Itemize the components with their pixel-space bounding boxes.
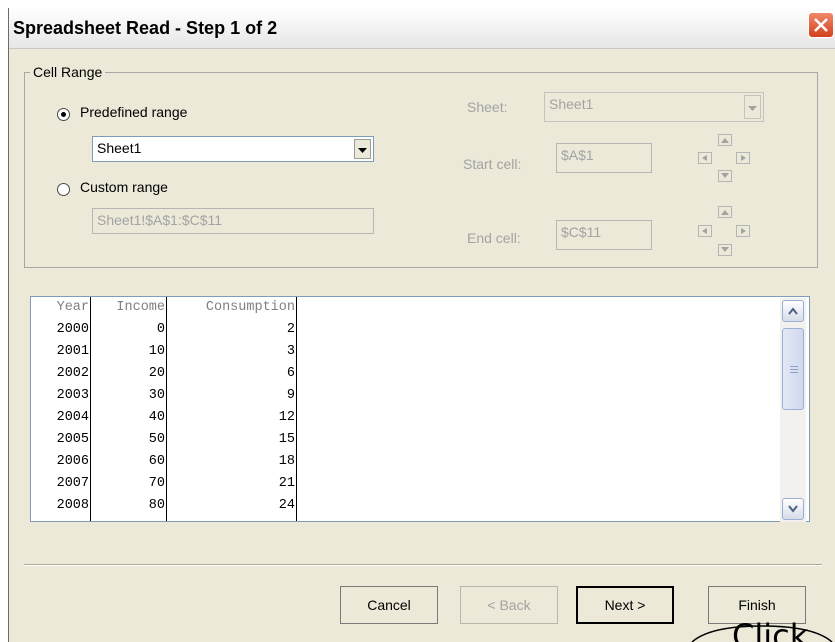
table-cell: 21 [278, 476, 295, 491]
table-cell: 30 [148, 388, 165, 403]
finish-button[interactable]: Finish [708, 586, 806, 624]
table-cell: 0 [156, 322, 165, 337]
window-title: Spreadsheet Read - Step 1 of 2 [13, 18, 278, 38]
scroll-grip-icon [790, 366, 798, 373]
table-cell: 50 [148, 432, 165, 447]
table-cell: 12 [278, 410, 295, 425]
arrow-down-icon [721, 173, 729, 178]
table-cell: 24 [278, 498, 295, 513]
table-cell: 2000 [56, 322, 89, 337]
table-cell: 9 [286, 388, 295, 403]
back-button[interactable]: < Back [460, 586, 558, 624]
end-cell-down-button[interactable] [718, 244, 732, 256]
arrow-up-icon [721, 210, 729, 215]
end-cell-value: $C$11 [561, 224, 602, 240]
table-cell: 60 [148, 454, 165, 469]
radio-selected-dot [61, 112, 66, 117]
start-cell-right-button[interactable] [736, 152, 750, 164]
table-cell: 10 [148, 344, 165, 359]
table-cell: 20 [148, 366, 165, 381]
dropdown-arrow-button[interactable] [354, 139, 371, 159]
end-cell-input[interactable]: $C$11 [556, 220, 652, 250]
arrow-up-icon [721, 138, 729, 143]
income-column: Income 0 10 20 30 40 50 60 70 80 [91, 297, 167, 521]
scroll-up-button[interactable] [782, 300, 804, 322]
custom-range-input[interactable]: Sheet1!$A$1:$C$11 [92, 208, 374, 234]
table-cell: 40 [148, 410, 165, 425]
start-cell-down-button[interactable] [718, 170, 732, 182]
predefined-range-dropdown[interactable]: Sheet1 [92, 136, 374, 162]
consumption-column: Consumption 2 3 6 9 12 15 18 21 24 [167, 297, 297, 521]
table-cell: 2007 [56, 476, 89, 491]
chevron-down-icon [748, 106, 757, 111]
end-cell-label: End cell: [467, 230, 521, 246]
arrow-down-icon [721, 247, 729, 252]
vertical-scrollbar[interactable] [780, 298, 806, 522]
chevron-down-icon [788, 505, 798, 513]
scroll-thumb[interactable] [782, 328, 804, 410]
arrow-left-icon [702, 228, 707, 234]
start-cell-input[interactable]: $A$1 [556, 143, 652, 173]
column-header: Income [116, 300, 165, 315]
scroll-down-button[interactable] [782, 498, 804, 520]
cell-range-legend: Cell Range [30, 64, 106, 80]
start-cell-label: Start cell: [463, 156, 522, 172]
sheet-dropdown-arrow[interactable] [744, 95, 761, 119]
footer-separator [24, 564, 822, 566]
table-cell: 70 [148, 476, 165, 491]
predefined-range-radio[interactable] [57, 108, 70, 121]
column-header: Year [56, 300, 89, 315]
title-bar: Spreadsheet Read - Step 1 of 2 [9, 8, 835, 49]
column-header: Consumption [205, 300, 295, 315]
table-cell: 6 [286, 366, 295, 381]
arrow-right-icon [741, 228, 746, 234]
start-cell-value: $A$1 [561, 147, 594, 163]
table-cell: 2 [286, 322, 295, 337]
table-cell: 2004 [56, 410, 89, 425]
close-button[interactable] [808, 12, 834, 38]
next-button[interactable]: Next > [576, 586, 674, 624]
predefined-range-label[interactable]: Predefined range [80, 104, 187, 120]
sheet-value: Sheet1 [549, 96, 594, 112]
table-cell: 3 [286, 344, 295, 359]
table-cell: 15 [278, 432, 295, 447]
custom-range-value: Sheet1!$A$1:$C$11 [97, 212, 223, 228]
table-cell: 80 [148, 498, 165, 513]
custom-range-label[interactable]: Custom range [80, 179, 168, 195]
table-cell: 2008 [56, 498, 89, 513]
table-cell: 2006 [56, 454, 89, 469]
table-cell: 2001 [56, 344, 89, 359]
cancel-button[interactable]: Cancel [340, 586, 438, 624]
end-cell-up-button[interactable] [718, 206, 732, 218]
predefined-range-value: Sheet1 [97, 140, 142, 156]
chevron-up-icon [788, 307, 798, 315]
end-cell-left-button[interactable] [698, 225, 712, 237]
sheet-dropdown[interactable]: Sheet1 [544, 92, 764, 122]
chevron-down-icon [358, 148, 367, 153]
end-cell-right-button[interactable] [736, 225, 750, 237]
table-cell: 2005 [56, 432, 89, 447]
table-cell: 2002 [56, 366, 89, 381]
year-column: Year 2000 2001 2002 2003 2004 2005 2006 … [31, 297, 91, 521]
data-preview-table[interactable]: Year 2000 2001 2002 2003 2004 2005 2006 … [30, 296, 810, 522]
start-cell-up-button[interactable] [718, 134, 732, 146]
table-cell: 2003 [56, 388, 89, 403]
close-icon [814, 18, 828, 32]
click-annotation-label: Click [732, 620, 809, 642]
sheet-label: Sheet: [467, 99, 508, 115]
start-cell-left-button[interactable] [698, 152, 712, 164]
arrow-left-icon [702, 155, 707, 161]
arrow-right-icon [741, 155, 746, 161]
custom-range-radio[interactable] [57, 183, 70, 196]
table-cell: 18 [278, 454, 295, 469]
